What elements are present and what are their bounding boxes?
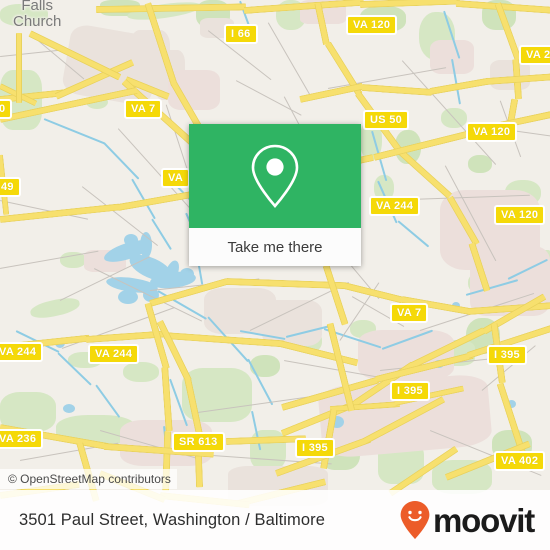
road-shield-clipped-left-top: 0	[0, 99, 13, 119]
moovit-wordmark: moovit	[433, 501, 535, 539]
map-canvas[interactable]: Falls Church I 66 VA 120 VA 2 VA 7 US 50…	[0, 0, 550, 550]
take-me-there-label: Take me there	[227, 238, 323, 256]
map-pin-icon	[247, 142, 303, 210]
road-shield-va120: VA 120	[494, 205, 546, 225]
road-shield-sr613: SR 613	[172, 432, 225, 452]
osm-attribution[interactable]: © OpenStreetMap contributors	[0, 469, 177, 489]
pond-water	[63, 404, 75, 413]
road-shield-clipped-left-49: 49	[0, 177, 21, 197]
take-me-there-button[interactable]: Take me there	[189, 228, 361, 266]
road-shield-i395: I 395	[487, 345, 527, 365]
built-up-area	[148, 62, 164, 84]
road-shield-i395: I 395	[390, 381, 430, 401]
park-area	[123, 362, 159, 382]
location-popup[interactable]: Take me there	[189, 124, 361, 266]
moovit-smiley-pin-icon	[399, 500, 431, 540]
road-shield-i66: I 66	[224, 24, 258, 44]
footer-bar: 3501 Paul Street, Washington / Baltimore…	[0, 490, 550, 550]
map-screenshot: Falls Church I 66 VA 120 VA 2 VA 7 US 50…	[0, 0, 550, 550]
lake-water	[124, 234, 138, 246]
lake-water	[180, 268, 194, 280]
road-shield-va236: VA 236	[0, 429, 44, 449]
address-label: 3501 Paul Street, Washington / Baltimore	[19, 510, 326, 529]
road-shield-va244: VA 244	[369, 196, 421, 216]
road-shield-va244: VA 244	[0, 342, 44, 362]
road-shield-va-behind-popup: VA	[161, 168, 191, 188]
highway-va7	[16, 33, 22, 103]
road-shield-va7: VA 7	[390, 303, 429, 323]
moovit-logo[interactable]: moovit	[399, 500, 535, 540]
road-shield-i395: I 395	[295, 438, 335, 458]
road-shield-va120: VA 120	[346, 15, 398, 35]
road-shield-va244: VA 244	[88, 344, 140, 364]
popup-icon-panel	[189, 124, 361, 228]
place-label-falls-church: Falls Church	[13, 0, 62, 30]
lake-water	[118, 290, 138, 304]
road-shield-va402: VA 402	[494, 451, 546, 471]
road-shield-va120: VA 120	[466, 122, 518, 142]
road-shield-va2: VA 2	[519, 45, 550, 65]
road-shield-us50: US 50	[363, 110, 410, 130]
road-shield-va7: VA 7	[124, 99, 163, 119]
